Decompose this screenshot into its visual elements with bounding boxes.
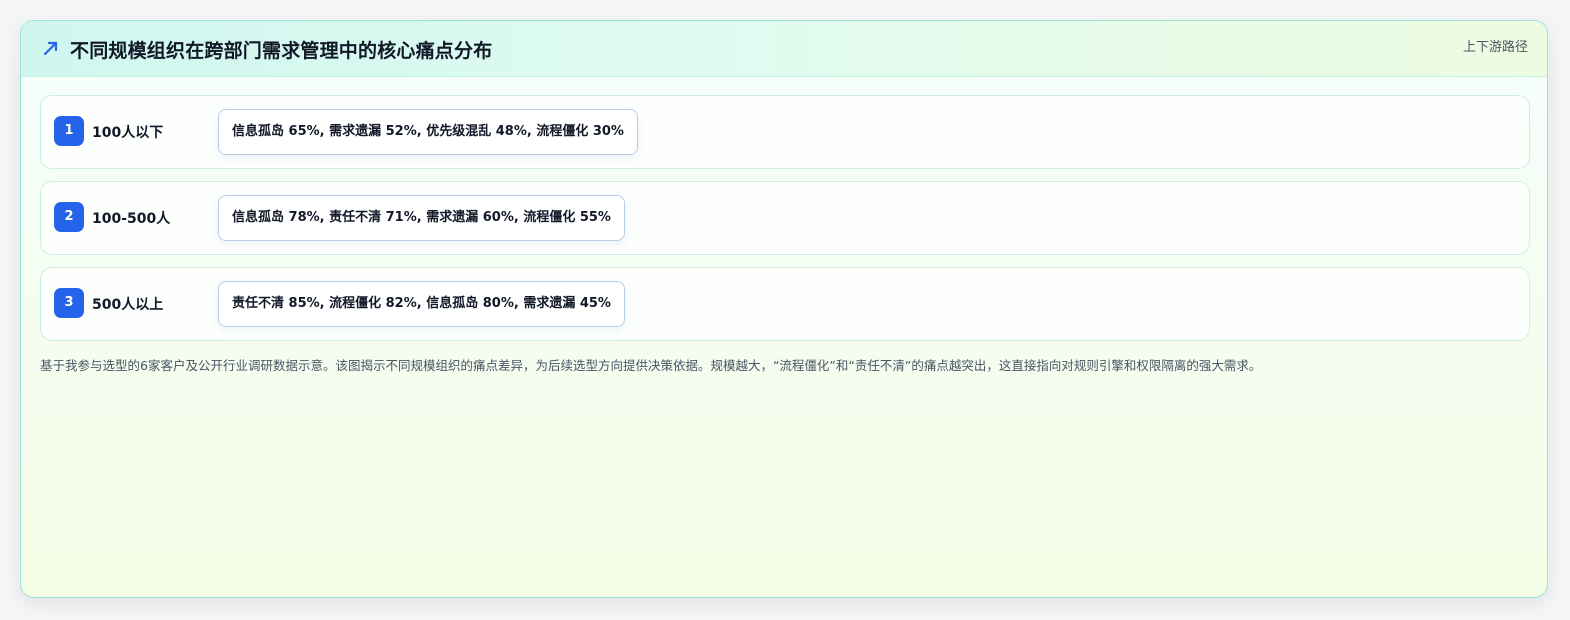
pain-point-card: 不同规模组织在跨部门需求管理中的核心痛点分布 上下游路径 1 100人以下 信息… [20, 20, 1548, 598]
footnote: 基于我参与选型的6家客户及公开行业调研数据示意。该图揭示不同规模组织的痛点差异，… [40, 358, 1262, 373]
pain-points-pill: 信息孤岛 78%, 责任不清 71%, 需求遗漏 60%, 流程僵化 55% [218, 195, 625, 241]
card-title: 不同规模组织在跨部门需求管理中的核心痛点分布 [70, 40, 493, 62]
rank-badge: 2 [54, 202, 84, 232]
org-size-label: 100-500人 [92, 211, 171, 227]
org-size-label: 500人以上 [92, 297, 164, 313]
list-item-small-org: 1 100人以下 信息孤岛 65%, 需求遗漏 52%, 优先级混乱 48%, … [40, 95, 1530, 169]
list-item-large-org: 3 500人以上 责任不清 85%, 流程僵化 82%, 信息孤岛 80%, 需… [40, 267, 1530, 341]
pain-points-pill: 责任不清 85%, 流程僵化 82%, 信息孤岛 80%, 需求遗漏 45% [218, 281, 625, 327]
trending-up-icon [42, 39, 60, 57]
org-size-label: 100人以下 [92, 125, 164, 141]
upstream-downstream-path-link[interactable]: 上下游路径 [1463, 36, 1528, 55]
card-header: 不同规模组织在跨部门需求管理中的核心痛点分布 上下游路径 [21, 21, 1547, 77]
rank-badge: 3 [54, 288, 84, 318]
pain-points-pill: 信息孤岛 65%, 需求遗漏 52%, 优先级混乱 48%, 流程僵化 30% [218, 109, 638, 155]
rank-badge: 1 [54, 116, 84, 146]
list-item-medium-org: 2 100-500人 信息孤岛 78%, 责任不清 71%, 需求遗漏 60%,… [40, 181, 1530, 255]
